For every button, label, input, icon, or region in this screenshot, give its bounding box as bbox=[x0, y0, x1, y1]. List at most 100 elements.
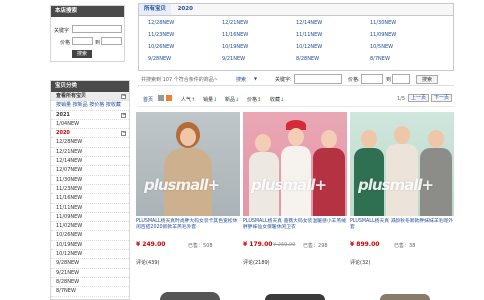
grid-link[interactable]: 11/11NEW bbox=[296, 32, 322, 38]
product-review[interactable]: 评论(2189) bbox=[243, 259, 270, 266]
category-item[interactable]: 10/19NEW bbox=[51, 241, 129, 251]
prev-page-button[interactable]: 上一页 bbox=[408, 94, 429, 102]
filter-price-min-input[interactable] bbox=[361, 74, 383, 84]
grid-link[interactable]: 11/30NEW bbox=[370, 20, 396, 26]
page-indicator: 1/5 bbox=[397, 96, 406, 102]
price-max-input[interactable] bbox=[101, 37, 122, 45]
model-face bbox=[288, 128, 304, 146]
price-label: 价格 bbox=[60, 40, 71, 46]
category-item[interactable]: 11/11NEW bbox=[51, 204, 129, 213]
product-image[interactable]: plusmall+ bbox=[136, 112, 240, 216]
next-page-button[interactable]: 下一页 bbox=[431, 94, 452, 102]
grid-link[interactable]: 8/7NEW bbox=[370, 56, 390, 62]
sort-new-label: 新品 bbox=[225, 97, 236, 103]
category-item[interactable]: 11/16NEW bbox=[51, 194, 129, 204]
collapse-icon[interactable]: − bbox=[121, 94, 126, 99]
tab-bar: 所有宝贝 2020 bbox=[139, 4, 453, 16]
category-item[interactable]: 11/09NEW bbox=[51, 213, 129, 223]
product-card[interactable]: plusmall+ PLUSMALL杨天真时尚胖大码女装卡其色宽松休闲百搭202… bbox=[136, 112, 240, 270]
collapse-2020-icon[interactable]: − bbox=[121, 131, 126, 137]
category-item[interactable]: 12/28NEW bbox=[51, 138, 129, 148]
product-title[interactable]: PLUSMALL杨天真 减龄秋冬新款胖妹妹羊毛呢外套 bbox=[350, 219, 454, 232]
tab-all-items[interactable]: 所有宝贝 bbox=[139, 4, 172, 15]
category-item[interactable]: 8/7NEW bbox=[51, 287, 129, 297]
grid-link[interactable]: 10/5NEW bbox=[370, 44, 393, 50]
grid-link[interactable]: 10/26NEW bbox=[148, 44, 174, 50]
grid-link[interactable]: 11/09NEW bbox=[370, 32, 396, 38]
brand-logo: plusmall+ bbox=[144, 176, 232, 196]
sort-popularity-label: 人气 bbox=[181, 97, 192, 103]
category-item[interactable]: 12/21NEW bbox=[51, 148, 129, 158]
category-item[interactable]: 9/28NEW bbox=[51, 259, 129, 269]
model-face bbox=[428, 130, 444, 148]
category-item[interactable]: 11/30NEW bbox=[51, 176, 129, 185]
sort-favorites[interactable]: 收藏↓ bbox=[270, 96, 284, 103]
sort-link-fav[interactable]: 按收藏 bbox=[106, 102, 121, 108]
sort-link-price[interactable]: 按价格 bbox=[89, 102, 104, 108]
search-filter-link[interactable]: 搜索 bbox=[236, 76, 246, 83]
product-card[interactable]: plusmall+ PLUSMALL杨天真 减龄秋冬新款胖妹妹羊毛呢外套 ¥ 8… bbox=[350, 112, 454, 270]
product-sold-label: 已售：508 bbox=[188, 242, 213, 249]
product-image-partial[interactable] bbox=[265, 294, 325, 300]
product-image[interactable]: plusmall+ bbox=[350, 112, 454, 216]
sort-sales[interactable]: 销量↓ bbox=[203, 96, 217, 103]
category-item[interactable]: 12/07NEW bbox=[51, 166, 129, 176]
sort-price[interactable]: 价格↕ bbox=[247, 96, 261, 103]
view-all-link[interactable]: 查看所有宝贝 − bbox=[51, 92, 129, 102]
product-review[interactable]: 评论(439) bbox=[136, 259, 159, 266]
collapse-2021-icon[interactable]: − bbox=[121, 112, 126, 118]
filter-keyword-input[interactable] bbox=[294, 74, 342, 84]
shop-search-panel: 本店搜索 关键字 价格 到 搜索 bbox=[50, 5, 125, 62]
grid-link[interactable]: 9/21NEW bbox=[222, 56, 245, 62]
category-year-2021[interactable]: 2021 − bbox=[51, 111, 129, 120]
model-face bbox=[321, 130, 337, 148]
grid-link[interactable]: 9/28NEW bbox=[148, 56, 171, 62]
grid-link[interactable]: 10/12NEW bbox=[296, 44, 322, 50]
category-item[interactable]: 11/02NEW bbox=[51, 222, 129, 232]
sort-link-new[interactable]: 按新品 bbox=[73, 102, 88, 108]
price-min-input[interactable] bbox=[72, 37, 93, 45]
product-image-partial[interactable] bbox=[160, 292, 220, 300]
sort-first[interactable]: 首页 bbox=[143, 96, 153, 103]
product-review[interactable]: 评论(32) bbox=[350, 259, 370, 266]
filter-search-button[interactable]: 搜索 bbox=[416, 75, 438, 84]
product-image-partial[interactable] bbox=[380, 294, 430, 300]
keyword-input[interactable] bbox=[72, 25, 122, 33]
category-item[interactable]: 11/23NEW bbox=[51, 185, 129, 195]
category-item[interactable]: 10/12NEW bbox=[51, 250, 129, 260]
product-title[interactable]: PLUSMALL杨天真 蔷薇大码女装温暖感小羊羔绒胖胖妹仙女保暖休闲卫衣 bbox=[243, 219, 347, 232]
grid-link[interactable]: 12/14NEW bbox=[296, 20, 322, 26]
list-view-icon[interactable] bbox=[166, 95, 172, 101]
category-item[interactable]: 8/28NEW bbox=[51, 278, 129, 288]
product-image[interactable]: plusmall+ bbox=[243, 112, 347, 216]
category-item[interactable]: 10/26NEW bbox=[51, 231, 129, 241]
category-year-2020[interactable]: 2020 − bbox=[51, 129, 129, 139]
grid-link[interactable]: 11/23NEW bbox=[148, 32, 174, 38]
category-item[interactable]: 1/04NEW bbox=[51, 120, 129, 130]
grid-view-icon[interactable] bbox=[158, 95, 164, 101]
model-figure bbox=[313, 126, 345, 216]
sort-new[interactable]: 新品↓ bbox=[225, 96, 239, 103]
grid-link[interactable]: 12/28NEW bbox=[148, 20, 174, 26]
year-2020-label: 2020 bbox=[56, 130, 70, 137]
category-item[interactable]: 9/21NEW bbox=[51, 269, 129, 278]
filter-price-max-input[interactable] bbox=[392, 74, 410, 84]
brand-logo-text: plusmall+ bbox=[144, 176, 220, 194]
sort-popularity[interactable]: 人气↑ bbox=[181, 96, 195, 103]
model-face bbox=[394, 126, 410, 144]
tab-2020[interactable]: 2020 bbox=[173, 4, 198, 15]
sort-popularity-arrow-icon: ↑ bbox=[191, 97, 196, 103]
model-figure bbox=[249, 130, 279, 216]
grid-link[interactable]: 8/28NEW bbox=[296, 56, 319, 62]
sold-count: 298 bbox=[318, 243, 328, 249]
category-item[interactable]: 12/14NEW bbox=[51, 157, 129, 167]
product-title[interactable]: PLUSMALL杨天真时尚胖大码女装卡其色宽松休闲百搭2020新款羊羔毛外套 bbox=[136, 219, 240, 232]
model-figure bbox=[281, 120, 311, 216]
shop-search-button[interactable]: 搜索 bbox=[72, 50, 92, 58]
grid-link[interactable]: 10/19NEW bbox=[222, 44, 248, 50]
grid-link[interactable]: 12/21NEW bbox=[222, 20, 248, 26]
product-card[interactable]: plusmall+ PLUSMALL杨天真 蔷薇大码女装温暖感小羊羔绒胖胖妹仙女… bbox=[243, 112, 347, 270]
search-filter-arrow-icon[interactable]: ▼ bbox=[254, 76, 257, 81]
grid-link[interactable]: 11/16NEW bbox=[222, 32, 248, 38]
sort-link-sales[interactable]: 按销量 bbox=[56, 102, 71, 108]
